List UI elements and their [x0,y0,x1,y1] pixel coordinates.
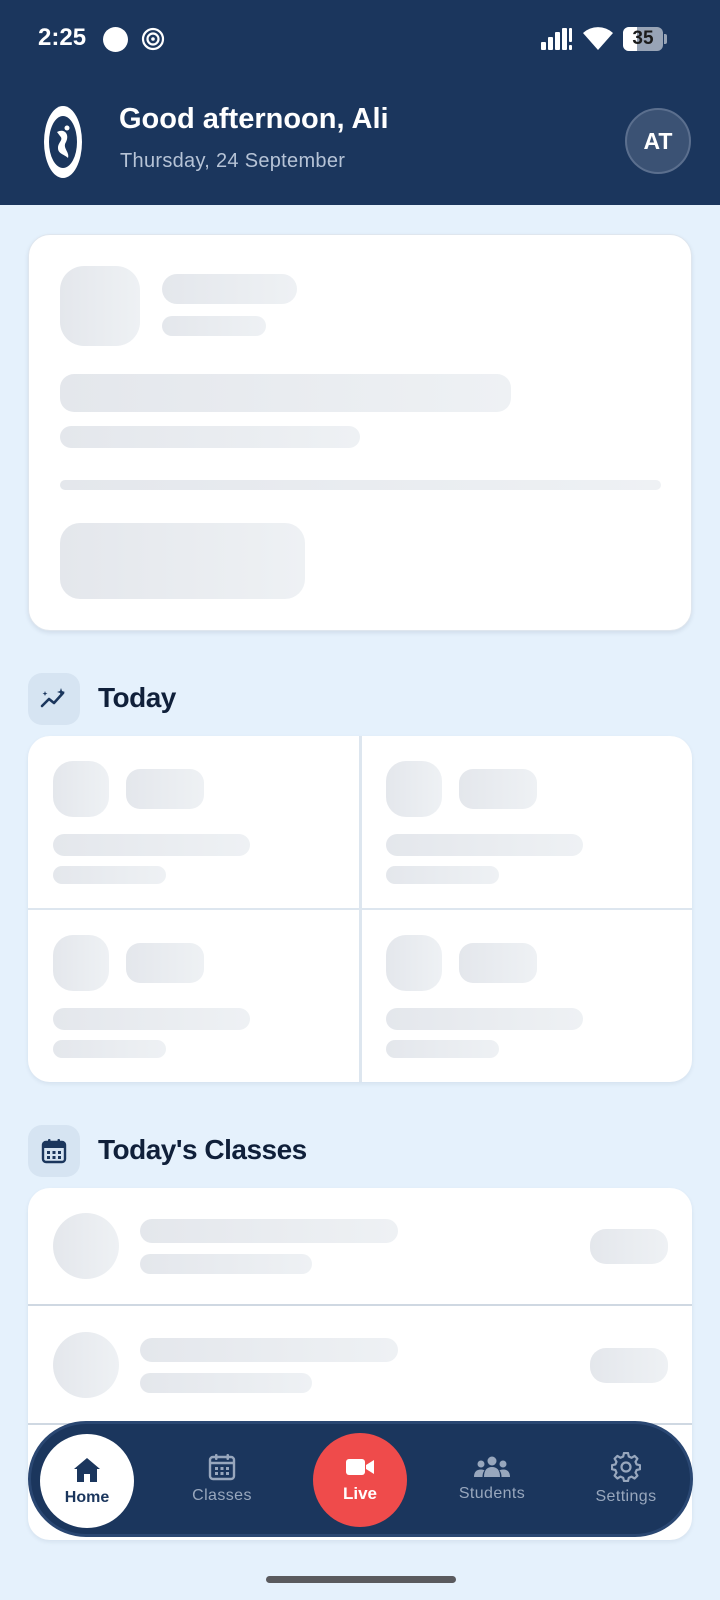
nav-live-button[interactable]: Live [313,1433,407,1527]
today-section-icon [28,673,80,725]
skeleton-line [162,316,266,336]
battery-level: 35 [632,28,654,49]
skeleton-progress [60,480,661,490]
today-stats-grid [28,736,692,1082]
greeting-title: Good afternoon, Ali [119,103,389,135]
nav-settings-button[interactable]: Settings [578,1424,674,1534]
app-header: 2:25 35 Good afternoon, Ali Thursday, 24… [0,0,720,205]
loading-summary-card [28,234,692,631]
profile-avatar-button[interactable]: AT [625,108,691,174]
skeleton-button [60,523,305,599]
people-icon [474,1456,510,1477]
gear-icon [611,1452,641,1482]
list-item [28,1306,692,1423]
nav-classes-button[interactable]: Classes [174,1424,270,1534]
stat-tile [362,910,692,1082]
stat-tile [28,736,359,908]
skeleton-line [60,426,360,448]
nav-settings-label: Settings [595,1488,657,1505]
battery-indicator: 35 [623,27,667,51]
classes-section-icon [28,1125,80,1177]
skeleton-line [162,274,297,304]
home-icon [74,1457,100,1482]
current-date: Thursday, 24 September [120,150,346,172]
calendar-icon [208,1454,236,1481]
nav-live-label: Live [342,1484,378,1503]
nav-home-button[interactable]: Home [40,1434,134,1528]
classes-section-title: Today's Classes [98,1134,307,1165]
school-logo [44,106,82,178]
target-icon [141,27,165,51]
nav-students-label: Students [458,1485,526,1502]
status-time: 2:25 [38,24,87,51]
system-home-indicator[interactable] [266,1576,456,1583]
nav-classes-label: Classes [192,1487,252,1504]
wifi-icon [583,27,613,50]
video-icon [346,1459,374,1475]
signal-icon [541,28,572,50]
today-section-title: Today [98,682,176,713]
skeleton-avatar [60,266,140,346]
stat-tile [28,910,359,1082]
notification-dot-icon [103,27,128,52]
calendar-icon [41,1139,67,1164]
list-item [28,1188,692,1305]
status-bar: 2:25 35 [0,0,720,80]
stat-tile [362,736,692,908]
skeleton-line [60,374,511,412]
nav-students-button[interactable]: Students [444,1424,540,1534]
bottom-navigation: Home Classes Live Students Settings [28,1421,693,1537]
trend-icon [40,688,65,708]
nav-home-label: Home [64,1488,110,1506]
